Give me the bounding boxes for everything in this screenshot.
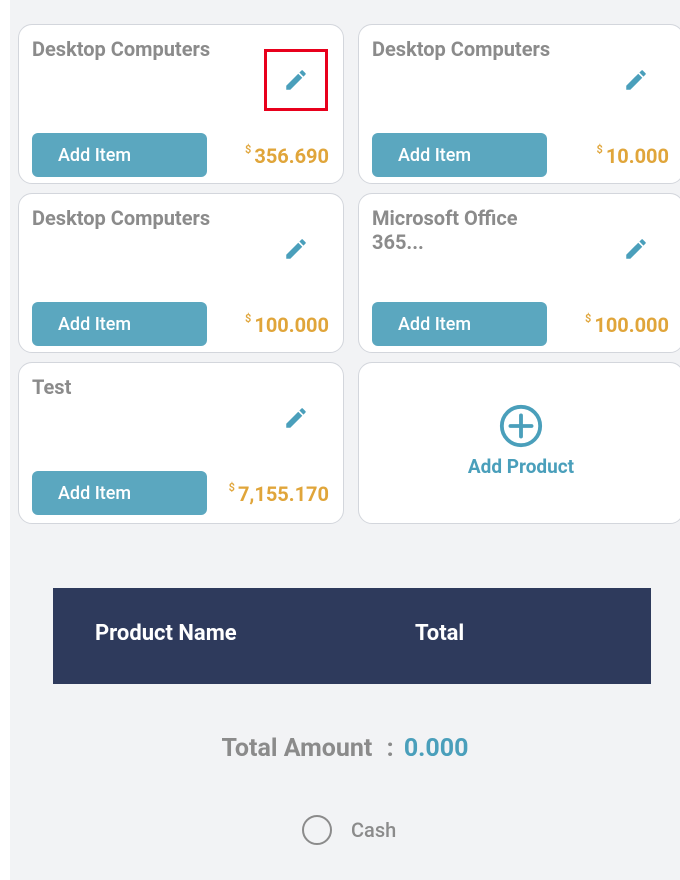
product-title: Desktop Computers <box>32 37 211 61</box>
add-item-button[interactable]: Add Item <box>32 133 207 177</box>
product-card: Desktop Computers Add Item $356.690 <box>18 24 344 184</box>
product-price: $7,155.170 <box>229 481 329 506</box>
product-price: $356.690 <box>245 143 329 168</box>
edit-product-button[interactable] <box>264 49 328 111</box>
price-value: 100.000 <box>594 313 669 337</box>
pencil-icon <box>286 70 306 90</box>
plus-circle-icon <box>499 404 543 447</box>
edit-product-button[interactable] <box>604 218 668 280</box>
product-title: Desktop Computers <box>32 206 211 230</box>
product-price: $10.000 <box>597 143 669 168</box>
product-title: Test <box>32 375 72 399</box>
edit-product-button[interactable] <box>264 387 328 449</box>
product-title: Desktop Computers <box>372 37 551 61</box>
currency-symbol: $ <box>245 312 252 325</box>
currency-symbol: $ <box>228 481 235 494</box>
price-value: 356.690 <box>254 144 329 168</box>
add-item-button[interactable]: Add Item <box>32 302 207 346</box>
edit-product-button[interactable] <box>264 218 328 280</box>
cash-payment-option[interactable]: Cash <box>302 815 396 845</box>
product-price: $100.000 <box>585 312 669 337</box>
add-product-label: Add Product <box>467 454 575 478</box>
currency-symbol: $ <box>585 312 592 325</box>
currency-symbol: $ <box>245 143 252 156</box>
pencil-icon <box>626 239 646 259</box>
product-title: Microsoft Office 365... <box>372 206 518 254</box>
cash-label: Cash <box>351 818 397 842</box>
price-value: 7,155.170 <box>237 482 329 506</box>
add-product-button[interactable]: Add Product <box>358 362 680 524</box>
total-separator: : <box>386 734 394 763</box>
add-item-button[interactable]: Add Item <box>372 133 547 177</box>
column-product-name: Product Name <box>95 621 237 646</box>
product-card: Microsoft Office 365... Add Item $100.00… <box>358 193 680 353</box>
total-amount-label: Total Amount <box>221 734 373 763</box>
pos-screen: Desktop Computers Add Item $356.690 Desk… <box>10 0 680 880</box>
total-amount-value: 0.000 <box>403 734 469 763</box>
total-amount-row: Total Amount : 0.000 <box>10 734 680 763</box>
product-card: Test Add Item $7,155.170 <box>18 362 344 524</box>
price-value: 100.000 <box>254 313 329 337</box>
add-item-button[interactable]: Add Item <box>32 471 207 515</box>
cash-radio[interactable] <box>302 815 332 845</box>
add-item-button[interactable]: Add Item <box>372 302 547 346</box>
pencil-icon <box>286 239 306 259</box>
pencil-icon <box>286 408 306 428</box>
price-value: 10.000 <box>605 144 669 168</box>
currency-symbol: $ <box>596 143 603 156</box>
product-card: Desktop Computers Add Item $100.000 <box>18 193 344 353</box>
product-card: Desktop Computers Add Item $10.000 <box>358 24 680 184</box>
order-table-header: Product Name Total <box>53 588 651 684</box>
pencil-icon <box>626 70 646 90</box>
product-price: $100.000 <box>245 312 329 337</box>
edit-product-button[interactable] <box>604 49 668 111</box>
column-total: Total <box>415 621 465 646</box>
